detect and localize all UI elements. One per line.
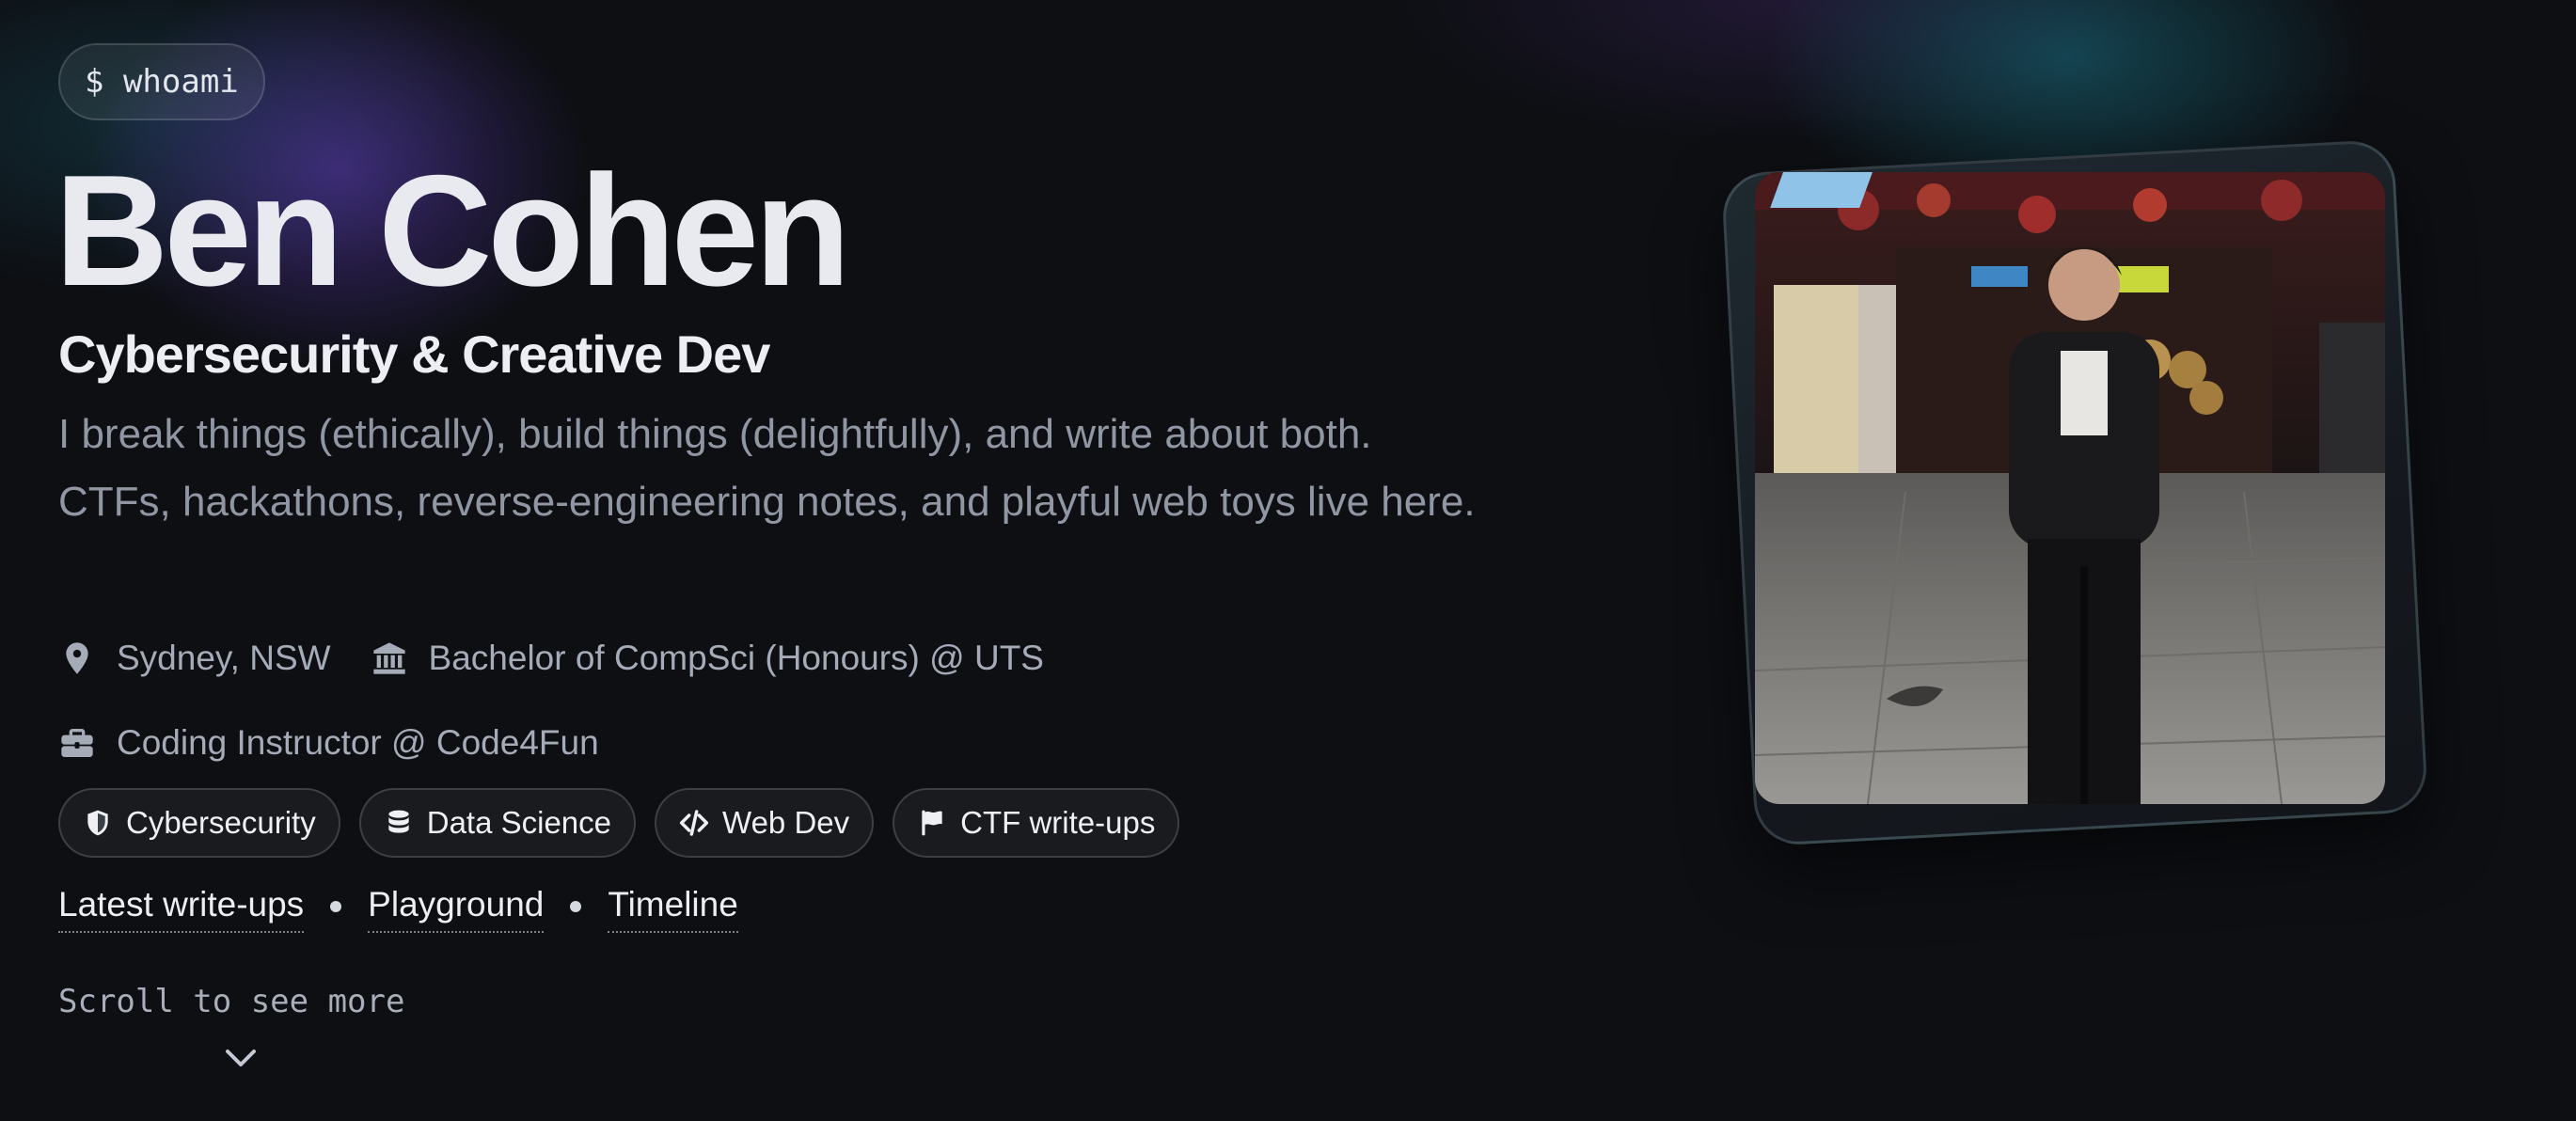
link-timeline[interactable]: Timeline — [608, 880, 738, 933]
building-columns-icon — [372, 642, 405, 674]
tag-data-science[interactable]: Data Science — [358, 788, 637, 858]
tag-label: Cybersecurity — [126, 805, 316, 840]
tag-label: Web Dev — [722, 805, 850, 840]
hero-section: $ whoami Ben Cohen Cybersecurity & Creat… — [0, 0, 2576, 1121]
flag-icon — [922, 810, 942, 836]
meta-location: Sydney, NSW — [58, 639, 331, 678]
location-text: Sydney, NSW — [117, 639, 331, 677]
meta-row-work: Coding Instructor @ Code4Fun — [58, 715, 639, 771]
separator-dot — [570, 901, 582, 912]
tag-ctf-writeups[interactable]: CTF write-ups — [893, 788, 1180, 858]
interest-tags: Cybersecurity Data Science Web Dev CTF w… — [58, 788, 1198, 858]
education-text: Bachelor of CompSci (Honours) @ UTS — [428, 639, 1044, 677]
role-subtitle: Cybersecurity & Creative Dev — [58, 324, 770, 384]
link-latest-writeups[interactable]: Latest write-ups — [58, 880, 305, 933]
whoami-prompt-badge: $ whoami — [58, 43, 265, 120]
tag-cybersecurity[interactable]: Cybersecurity — [58, 788, 340, 858]
scroll-hint: Scroll to see more — [58, 983, 405, 1020]
meta-work: Coding Instructor @ Code4Fun — [58, 723, 599, 763]
map-pin-icon — [66, 642, 88, 674]
quick-links: Latest write-ups Playground Timeline — [58, 880, 738, 933]
tag-web-dev[interactable]: Web Dev — [655, 788, 875, 858]
profile-photo — [1755, 172, 2385, 804]
page-title: Ben Cohen — [55, 142, 851, 319]
briefcase-icon — [61, 729, 93, 757]
work-text: Coding Instructor @ Code4Fun — [117, 723, 599, 762]
tag-label: CTF write-ups — [960, 805, 1156, 840]
shield-icon — [87, 810, 108, 836]
chevron-down-icon[interactable] — [222, 1044, 260, 1072]
meta-education: Bachelor of CompSci (Honours) @ UTS — [371, 639, 1044, 678]
meta-row-location-education: Sydney, NSW Bachelor of CompSci (Honours… — [58, 630, 1083, 687]
link-playground[interactable]: Playground — [368, 880, 545, 933]
database-icon — [388, 810, 409, 833]
tag-label: Data Science — [426, 805, 612, 840]
code-icon — [679, 810, 709, 836]
separator-dot — [330, 901, 342, 912]
bio-text: I break things (ethically), build things… — [58, 411, 1476, 525]
